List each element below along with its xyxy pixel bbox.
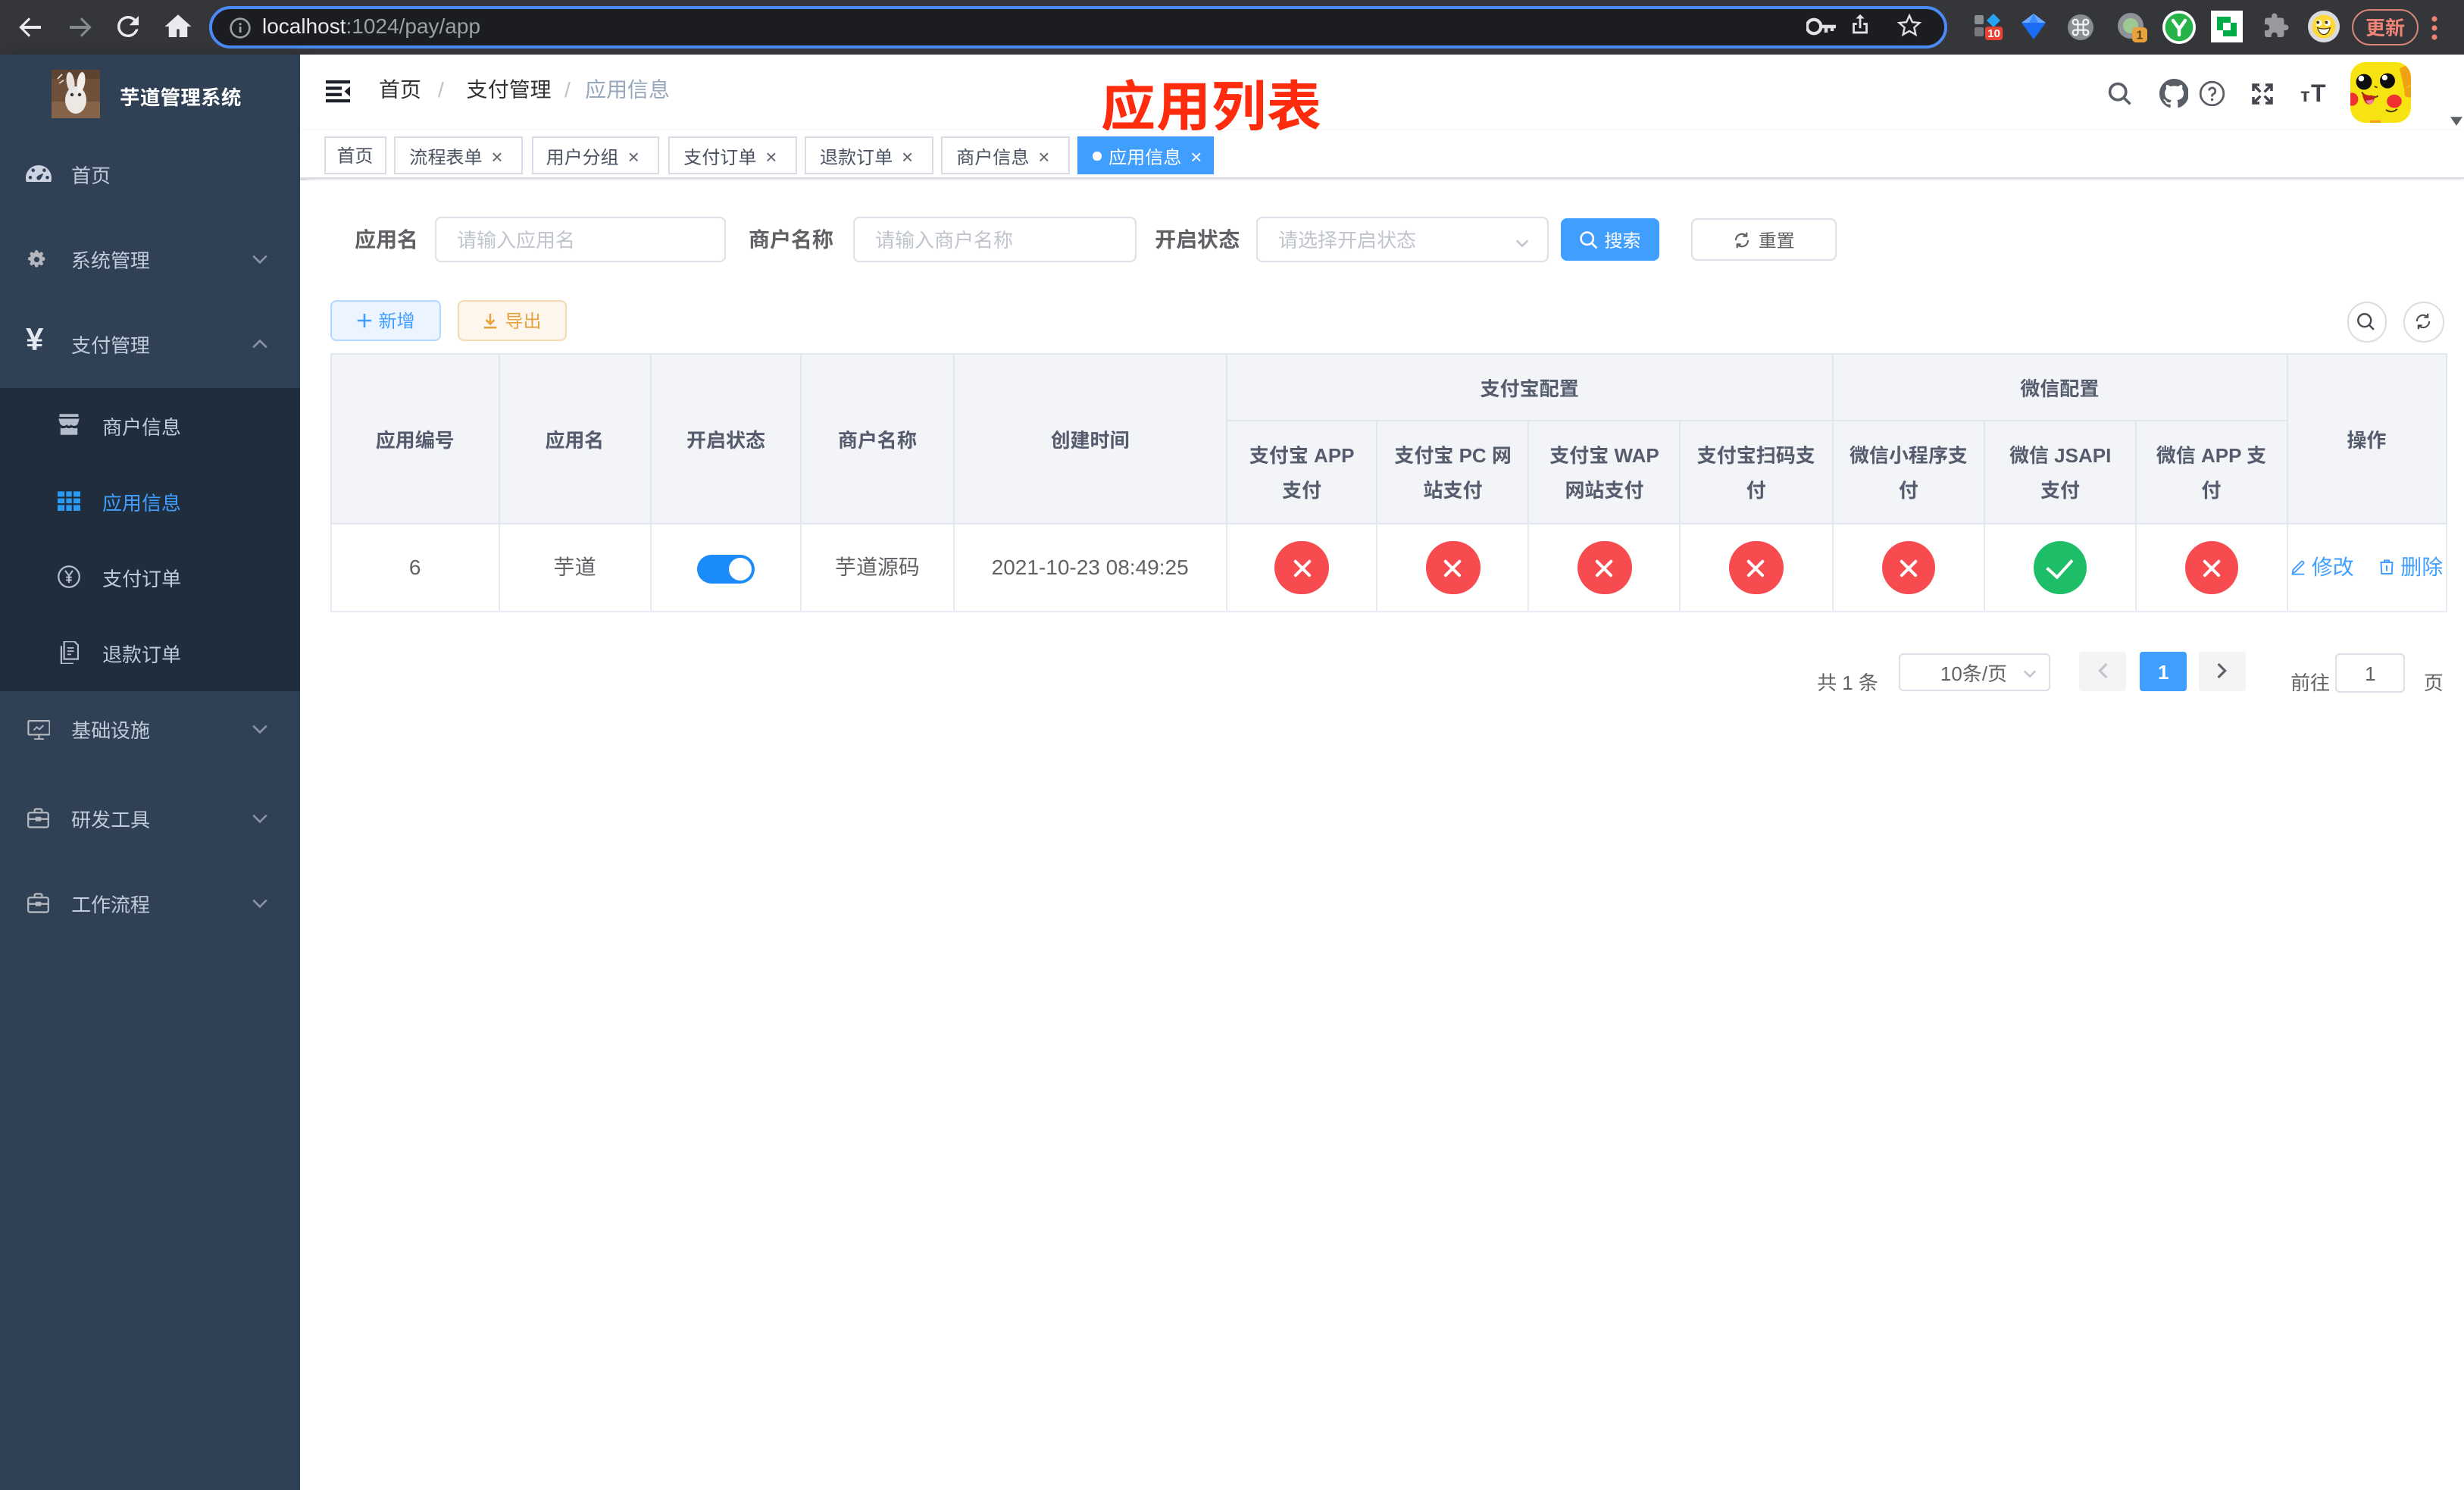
svg-text:10: 10 — [1987, 27, 2000, 40]
svg-text:T: T — [2311, 82, 2326, 106]
svg-text:1: 1 — [2137, 30, 2143, 42]
svg-text:т: т — [2300, 83, 2310, 106]
